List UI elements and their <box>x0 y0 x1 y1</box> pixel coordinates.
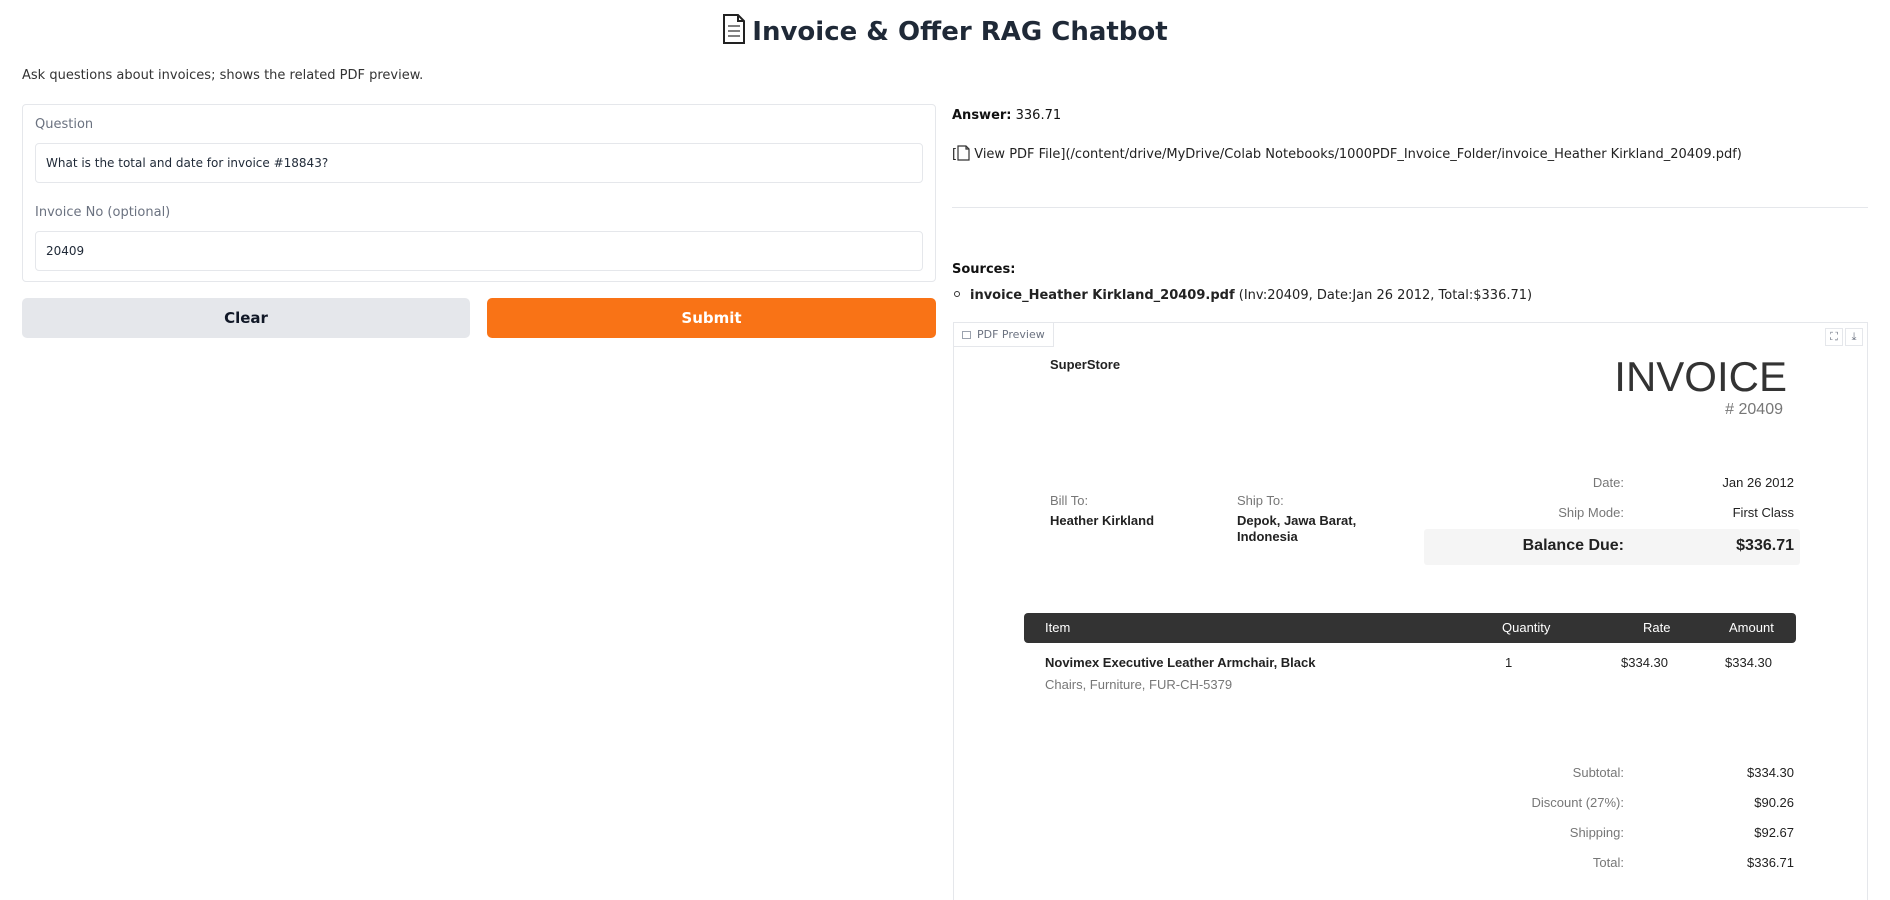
line-item-amount: $334.30 <box>1725 655 1772 670</box>
column-header-rate: Rate <box>1643 620 1671 635</box>
discount-label: Discount (27%): <box>1531 795 1624 810</box>
invoice-no-label: Invoice No (optional) <box>35 205 171 220</box>
submit-button[interactable]: Submit <box>487 298 936 338</box>
balance-due-label: Balance Due: <box>1522 537 1624 554</box>
items-table-header: Item Quantity Rate Amount <box>1024 613 1796 643</box>
pdf-file-link[interactable]: [ View PDF File](/content/drive/MyDrive/… <box>952 145 1742 165</box>
answer-label: Answer: <box>952 108 1012 123</box>
page-title: Invoice & Offer RAG Chatbot <box>0 14 1890 51</box>
line-item-quantity: 1 <box>1505 655 1513 670</box>
ship-to-label: Ship To: <box>1237 493 1284 508</box>
download-icon[interactable]: ⤓ <box>1845 328 1863 346</box>
line-item-description: Chairs, Furniture, FUR-CH-5379 <box>1045 677 1233 692</box>
input-form: Question Invoice No (optional) <box>22 104 936 282</box>
fullscreen-icon[interactable]: ⛶ <box>1825 328 1843 346</box>
question-input[interactable] <box>35 143 923 183</box>
date-value: Jan 26 2012 <box>1722 475 1794 490</box>
subtotal-label: Subtotal: <box>1572 765 1624 780</box>
store-name: SuperStore <box>1050 357 1121 372</box>
bill-to-label: Bill To: <box>1050 493 1089 508</box>
subtotal-value: $334.30 <box>1747 765 1794 780</box>
image-icon <box>962 331 971 339</box>
answer-line: Answer: 336.71 <box>952 108 1061 123</box>
preview-toolbar: ⛶ ⤓ <box>1823 325 1863 346</box>
line-item-rate: $334.30 <box>1621 655 1668 670</box>
app-description: Ask questions about invoices; shows the … <box>22 68 424 83</box>
answer-value: 336.71 <box>1015 108 1062 123</box>
shipping-value: $92.67 <box>1754 825 1794 840</box>
column-header-amount: Amount <box>1729 620 1774 635</box>
ship-mode-label: Ship Mode: <box>1558 505 1624 520</box>
pdf-preview-tab: PDF Preview <box>954 323 1054 347</box>
bill-to-value: Heather Kirkland <box>1050 513 1155 528</box>
ship-mode-value: First Class <box>1732 505 1794 520</box>
source-file-name: invoice_Heather Kirkland_20409.pdf <box>970 288 1235 303</box>
divider <box>952 207 1868 208</box>
invoice-no-input[interactable] <box>35 231 923 271</box>
sources-title: Sources: <box>952 262 1016 277</box>
pdf-link-text: View PDF File](/content/drive/MyDrive/Co… <box>970 147 1742 162</box>
source-meta: (Inv:20409, Date:Jan 26 2012, Total:$336… <box>1234 288 1533 303</box>
pdf-preview[interactable]: PDF Preview ⛶ ⤓ SuperStore INVOICE # 2040… <box>953 322 1868 900</box>
pdf-preview-tab-label: PDF Preview <box>977 328 1045 341</box>
clear-button[interactable]: Clear <box>22 298 470 338</box>
total-label: Total: <box>1592 855 1624 870</box>
document-icon <box>957 145 970 165</box>
question-label: Question <box>35 117 94 132</box>
discount-value: $90.26 <box>1754 795 1794 810</box>
date-label: Date: <box>1592 475 1624 490</box>
invoice-heading: INVOICE <box>1614 353 1787 400</box>
column-header-item: Item <box>1045 620 1071 635</box>
bullet-icon <box>954 291 960 297</box>
ship-to-value: Depok, Jawa Barat, Indonesia <box>1237 513 1357 544</box>
balance-due-value: $336.71 <box>1736 537 1794 554</box>
column-header-quantity: Quantity <box>1502 620 1551 635</box>
document-icon <box>722 14 746 51</box>
shipping-label: Shipping: <box>1569 825 1624 840</box>
app-title-text: Invoice & Offer RAG Chatbot <box>752 17 1168 47</box>
total-value: $336.71 <box>1747 855 1794 870</box>
source-list-item: invoice_Heather Kirkland_20409.pdf (Inv:… <box>952 288 1532 303</box>
line-item-name: Novimex Executive Leather Armchair, Blac… <box>1045 655 1316 670</box>
invoice-number: # 20409 <box>1725 401 1783 418</box>
